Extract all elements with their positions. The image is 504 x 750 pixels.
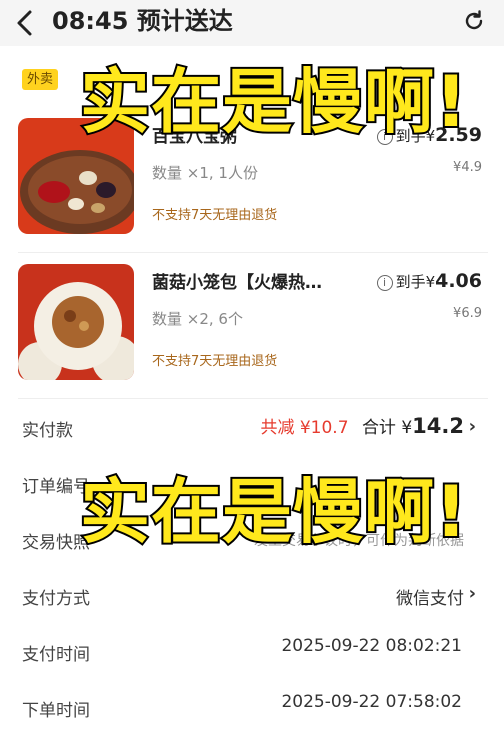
- discount-amount: 共减 ¥10.7: [260, 418, 349, 438]
- total-label: 合计 ¥: [361, 418, 413, 438]
- order-time-value: 2025-09-22 07:58:02: [281, 692, 462, 712]
- chevron-right-icon[interactable]: ›: [469, 416, 476, 437]
- final-price: i 到手¥4.06: [376, 270, 482, 293]
- store-row[interactable]: 外卖: [22, 68, 59, 92]
- divider: [18, 398, 488, 399]
- payment-method-value[interactable]: 微信支付: [396, 584, 464, 609]
- order-time-label: 下单时间: [22, 701, 90, 721]
- info-icon[interactable]: i: [376, 275, 393, 291]
- payment-time-label: 支付时间: [22, 645, 90, 665]
- total-amount: 14.2: [412, 414, 464, 438]
- divider: [18, 252, 488, 253]
- payment-method-label: 支付方式: [22, 589, 90, 609]
- page-title: 08:45 预计送达: [52, 7, 233, 35]
- overlay-caption-bottom: 实在是慢啊!: [78, 470, 469, 554]
- item-quantity: 数量 ×1, 1人份: [152, 164, 258, 182]
- payment-summary[interactable]: 共减 ¥10.7 合计 ¥14.2: [260, 412, 464, 442]
- item-name: 菌菇小笼包【火爆热…: [152, 273, 322, 293]
- order-item[interactable]: 菌菇小笼包【火爆热… i 到手¥4.06 ¥6.9 数量 ×2, 6个 不支持7天…: [18, 264, 488, 384]
- paid-amount-label: 实付款: [22, 421, 73, 441]
- overlay-caption-top: 实在是慢啊!: [78, 60, 469, 144]
- takeout-tag: 外卖: [22, 69, 59, 90]
- top-bar: 08:45 预计送达: [0, 0, 504, 46]
- original-price: ¥6.9: [453, 306, 482, 321]
- original-price: ¥4.9: [453, 160, 482, 175]
- return-policy: 不支持7天无理由退货: [152, 354, 278, 369]
- refresh-icon[interactable]: [462, 9, 486, 33]
- item-quantity: 数量 ×2, 6个: [152, 310, 243, 328]
- back-arrow-icon[interactable]: [10, 6, 40, 40]
- return-policy: 不支持7天无理由退货: [152, 208, 278, 223]
- chevron-right-icon[interactable]: ›: [469, 583, 476, 604]
- payment-time-value: 2025-09-22 08:02:21: [281, 636, 462, 656]
- bun-product-image[interactable]: [18, 264, 134, 380]
